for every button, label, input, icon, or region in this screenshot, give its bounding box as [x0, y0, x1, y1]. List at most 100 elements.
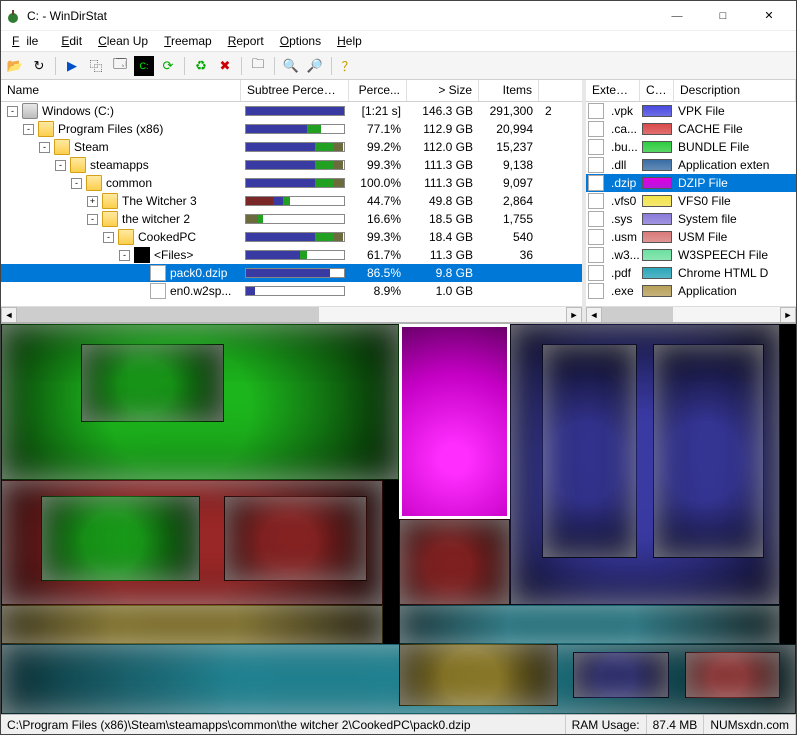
new-folder-icon[interactable]: 🗀 — [248, 56, 268, 76]
scroll-track[interactable] — [602, 307, 780, 323]
treemap-block[interactable] — [81, 344, 224, 422]
tree-row[interactable]: -steamapps99.3%111.3 GB9,138 — [1, 156, 582, 174]
collapse-icon[interactable]: - — [7, 106, 18, 117]
scroll-left-icon[interactable]: ◄ — [1, 307, 17, 323]
tree-row[interactable]: -the witcher 216.6%18.5 GB1,755 — [1, 210, 582, 228]
color-cell — [640, 283, 674, 299]
menu-edit[interactable]: Edit — [54, 32, 89, 50]
item-label: Steam — [74, 140, 109, 154]
extension-row[interactable]: .w3...W3SPEECH File — [586, 246, 796, 264]
extension-row[interactable]: .dllApplication exten — [586, 156, 796, 174]
treemap-block[interactable] — [573, 652, 668, 699]
percent-cell: 100.0% — [349, 176, 407, 190]
zoom-out-icon[interactable]: 🔎 — [305, 56, 325, 76]
desc-cell: System file — [674, 212, 796, 226]
window-titlebar: C: - WinDirStat ― □ ✕ — [1, 1, 796, 31]
percent-cell: 99.3% — [349, 230, 407, 244]
treemap-block[interactable] — [399, 644, 558, 706]
collapse-icon[interactable]: - — [39, 142, 50, 153]
tree-row[interactable]: -Windows (C:)[1:21 s]146.3 GB291,3002 — [1, 102, 582, 120]
scroll-right-icon[interactable]: ► — [780, 307, 796, 323]
tree-row[interactable]: -Steam99.2%112.0 GB15,237 — [1, 138, 582, 156]
extension-row[interactable]: .sysSystem file — [586, 210, 796, 228]
scroll-left-icon[interactable]: ◄ — [586, 307, 602, 323]
col-header-size[interactable]: > Size — [407, 80, 479, 101]
collapse-icon[interactable]: - — [55, 160, 66, 171]
col-header-subtree[interactable]: Subtree Percent... — [241, 80, 349, 101]
tree-row[interactable]: -CookedPC99.3%18.4 GB540 — [1, 228, 582, 246]
cmd-icon[interactable]: C: — [134, 56, 154, 76]
zoom-in-icon[interactable]: 🔍 — [281, 56, 301, 76]
treemap-block[interactable] — [685, 652, 780, 699]
tree-body[interactable]: -Windows (C:)[1:21 s]146.3 GB291,3002-Pr… — [1, 102, 582, 306]
reload-icon[interactable]: ⟳ — [158, 56, 178, 76]
col-header-ext[interactable]: Extensi... — [586, 80, 640, 101]
menu-options[interactable]: Options — [273, 32, 328, 50]
col-header-desc[interactable]: Description — [674, 80, 796, 101]
tree-row[interactable]: +The Witcher 344.7%49.8 GB2,864 — [1, 192, 582, 210]
collapse-icon[interactable]: - — [71, 178, 82, 189]
minimize-button[interactable]: ― — [654, 2, 700, 30]
menu-cleanup[interactable]: Clean Up — [91, 32, 155, 50]
scroll-thumb[interactable] — [17, 307, 319, 323]
extension-row[interactable]: .vfs0VFS0 File — [586, 192, 796, 210]
treemap-block[interactable] — [1, 605, 383, 644]
col-header-color[interactable]: Col... — [640, 80, 674, 101]
maximize-button[interactable]: □ — [700, 2, 746, 30]
tree-hscroll[interactable]: ◄ ► — [1, 306, 582, 322]
extension-row[interactable]: .ca...CACHE File — [586, 120, 796, 138]
tree-row[interactable]: -Program Files (x86)77.1%112.9 GB20,994 — [1, 120, 582, 138]
scroll-thumb[interactable] — [602, 307, 673, 323]
scroll-right-icon[interactable]: ► — [566, 307, 582, 323]
ext-body[interactable]: .vpkVPK File.ca...CACHE File.bu...BUNDLE… — [586, 102, 796, 306]
expand-icon[interactable]: + — [87, 196, 98, 207]
color-cell — [640, 193, 674, 209]
menu-treemap[interactable]: Treemap — [157, 32, 219, 50]
desc-cell: USM File — [674, 230, 796, 244]
collapse-icon[interactable]: - — [23, 124, 34, 135]
tree-row[interactable]: en0.w2sp...8.9%1.0 GB — [1, 282, 582, 300]
ext-cell: .pdf — [586, 265, 640, 281]
recycle-icon[interactable]: ♻ — [191, 56, 211, 76]
col-header-name[interactable]: Name — [1, 80, 241, 101]
tree-row[interactable]: -<Files>61.7%11.3 GB36 — [1, 246, 582, 264]
file-icon — [588, 229, 604, 245]
extension-row[interactable]: .usmUSM File — [586, 228, 796, 246]
col-header-items[interactable]: Items — [479, 80, 539, 101]
scroll-track[interactable] — [17, 307, 566, 323]
open-icon[interactable]: 📂 — [5, 56, 25, 76]
treemap-block[interactable] — [542, 344, 637, 559]
collapse-icon[interactable]: - — [103, 232, 114, 243]
ext-label: .vpk — [611, 104, 633, 118]
treemap-block[interactable] — [224, 496, 367, 582]
extension-row[interactable]: .pdfChrome HTML D — [586, 264, 796, 282]
menu-report[interactable]: Report — [221, 32, 271, 50]
copy-icon[interactable]: ⿻ — [86, 56, 106, 76]
extension-row[interactable]: .dzipDZIP File — [586, 174, 796, 192]
treemap-block[interactable] — [41, 496, 200, 582]
help-icon[interactable]: ？ — [338, 56, 358, 76]
close-button[interactable]: ✕ — [746, 2, 792, 30]
extension-row[interactable]: .bu...BUNDLE File — [586, 138, 796, 156]
explorer-icon[interactable]: 🗔 — [110, 56, 130, 76]
play-icon[interactable]: ▶ — [62, 56, 82, 76]
refresh-icon[interactable]: ↻ — [29, 56, 49, 76]
menu-file[interactable]: File — [5, 32, 52, 50]
delete-icon[interactable]: ✖ — [215, 56, 235, 76]
extension-row[interactable]: .exeApplication — [586, 282, 796, 300]
tree-row[interactable]: -common100.0%111.3 GB9,097 — [1, 174, 582, 192]
treemap-block[interactable] — [399, 605, 781, 644]
treemap-view[interactable] — [1, 324, 796, 714]
treemap-block[interactable] — [653, 344, 764, 559]
tree-row[interactable]: pack0.dzip86.5%9.8 GB — [1, 264, 582, 282]
col-header-percent[interactable]: Perce... — [349, 80, 407, 101]
collapse-icon[interactable]: - — [87, 214, 98, 225]
subtree-bar-cell — [241, 124, 349, 134]
treemap-block[interactable] — [399, 519, 510, 605]
collapse-icon[interactable]: - — [119, 250, 130, 261]
ext-hscroll[interactable]: ◄ ► — [586, 306, 796, 322]
item-label: The Witcher 3 — [122, 194, 197, 208]
extension-row[interactable]: .vpkVPK File — [586, 102, 796, 120]
menu-help[interactable]: Help — [330, 32, 369, 50]
treemap-selected-block[interactable] — [399, 324, 510, 519]
